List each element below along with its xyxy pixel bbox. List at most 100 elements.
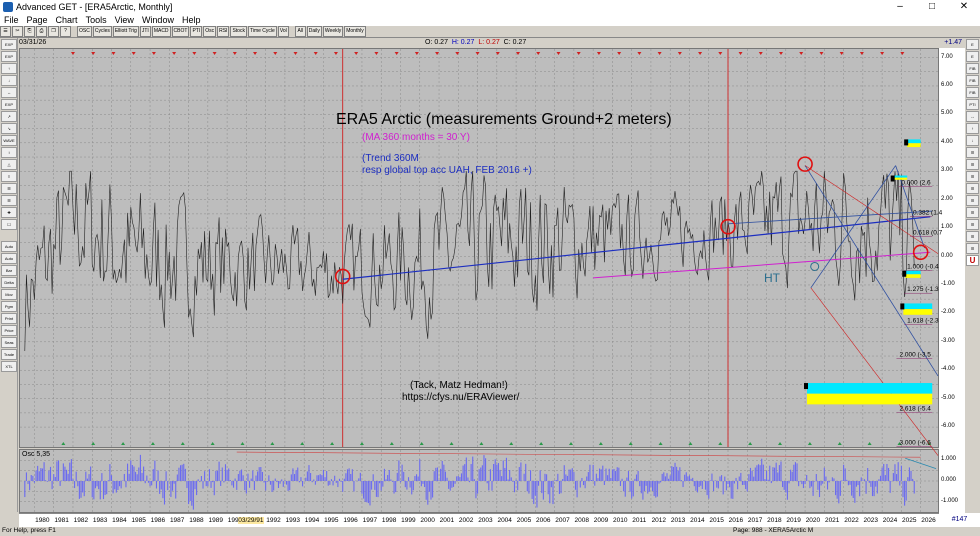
cycle-top-marker: [354, 52, 359, 55]
osc-label: Osc 5,35: [22, 451, 51, 458]
cycle-bottom-marker: [479, 442, 484, 445]
projection-band-cyan: [806, 383, 933, 394]
osc-trend-line: [236, 451, 921, 458]
cycle-top-marker: [293, 52, 298, 55]
fib-level-label: 3.000 (-6.6: [899, 440, 931, 447]
cycle-bottom-marker: [568, 442, 573, 445]
cycle-top-marker: [576, 52, 581, 55]
cycle-bottom-marker: [867, 442, 872, 445]
cycle-top-marker: [374, 52, 379, 55]
cycle-top-marker: [536, 52, 541, 55]
fib-level-label: 1.000 (-0.4: [907, 263, 939, 270]
cycle-top-marker: [70, 52, 75, 55]
cycle-bottom-marker: [539, 442, 544, 445]
cycle-top-marker: [900, 52, 905, 55]
cycle-bottom-marker: [718, 442, 723, 445]
projection-band-tick: [803, 383, 808, 390]
cycle-top-marker: [172, 52, 177, 55]
cycle-bottom-marker: [658, 442, 663, 445]
cycle-bottom-marker: [509, 442, 514, 445]
fib-level-label: 2.000 (-3.5: [899, 352, 931, 359]
cycle-bottom-marker: [778, 442, 783, 445]
ht-marker: [810, 261, 820, 271]
cycle-bottom-marker: [300, 442, 305, 445]
cycle-bottom-marker: [628, 442, 633, 445]
cycle-top-marker: [799, 52, 804, 55]
cycle-top-marker: [778, 52, 783, 55]
fib-level-label: 0.000 (2.6: [901, 180, 931, 187]
cycle-top-marker: [192, 52, 197, 55]
cycle-top-marker: [758, 52, 763, 55]
cycle-top-marker: [131, 52, 136, 55]
fib-level-label: 0.618 (0.7: [913, 229, 943, 236]
cycle-bottom-marker: [270, 442, 275, 445]
cycle-top-marker: [414, 52, 419, 55]
trend-360m-line: [342, 216, 931, 280]
cycle-bottom-marker: [180, 442, 185, 445]
fib-level-label: 2.618 (-5.4: [899, 406, 931, 413]
cycle-top-marker: [596, 52, 601, 55]
anomaly-series-line: [24, 170, 915, 352]
trend-note: (Trend 360M: [362, 153, 419, 164]
cycle-bottom-marker: [389, 442, 394, 445]
cycle-top-marker: [516, 52, 521, 55]
cycle-top-marker: [637, 52, 642, 55]
cycle-bottom-marker: [150, 442, 155, 445]
cycle-top-marker: [839, 52, 844, 55]
projection-band-tick: [900, 303, 905, 310]
status-page: Page: 988 - XERA5Arctic M: [733, 527, 814, 534]
projection-band-cyan: [903, 303, 933, 310]
projection-band-tick: [902, 270, 907, 277]
projection-band-yellow: [905, 274, 921, 278]
cycle-bottom-marker: [688, 442, 693, 445]
cycle-top-marker: [253, 52, 258, 55]
projection-band-tick: [904, 139, 909, 146]
cycle-top-marker: [313, 52, 318, 55]
projection-band-yellow: [893, 177, 908, 180]
cycle-bottom-marker: [748, 442, 753, 445]
trend-note-2: resp global top acc UAH, FEB 2016 +): [362, 165, 532, 176]
cycle-top-marker: [718, 52, 723, 55]
cycle-top-marker: [880, 52, 885, 55]
cycle-bottom-marker: [837, 442, 842, 445]
projection-band-cyan: [907, 139, 921, 144]
thanks-note: (Tack, Matz Hedman!): [410, 380, 508, 391]
projection-band-tick: [890, 175, 895, 182]
cycle-top-marker: [91, 52, 96, 55]
cycle-top-marker: [435, 52, 440, 55]
chart-title: ERA5 Arctic (measurements Ground+2 meter…: [336, 111, 672, 128]
cycle-top-marker: [232, 52, 237, 55]
status-bar: For Help, press F1 Page: 988 - XERA5Arct…: [0, 527, 980, 536]
cycle-top-marker: [677, 52, 682, 55]
cycle-bottom-marker: [91, 442, 96, 445]
projection-band-yellow: [907, 143, 921, 148]
cycle-bottom-marker: [240, 442, 245, 445]
cycle-bottom-marker: [61, 442, 66, 445]
ht-label: HT: [764, 271, 780, 285]
fib-level-label: 1.275 (-1.3: [907, 286, 939, 293]
status-help: For Help, press F1: [2, 527, 56, 534]
cycle-bottom-marker: [330, 442, 335, 445]
cycle-top-marker: [455, 52, 460, 55]
cycle-top-marker: [698, 52, 703, 55]
cycle-top-marker: [617, 52, 622, 55]
cycle-top-marker: [333, 52, 338, 55]
cycle-top-marker: [212, 52, 217, 55]
url-note: https://cfys.nu/ERAViewer/: [402, 392, 520, 403]
cycle-top-marker: [151, 52, 156, 55]
cycle-top-marker: [657, 52, 662, 55]
cycle-top-marker: [738, 52, 743, 55]
cycle-top-marker: [556, 52, 561, 55]
fib-level-label: 1.618 (-2.3: [907, 317, 939, 324]
cycle-top-marker: [495, 52, 500, 55]
fib-level-label: 0.382 (1.4: [913, 209, 943, 216]
projection-band-cyan: [893, 175, 908, 178]
cycle-bottom-marker: [359, 442, 364, 445]
cycle-top-marker: [475, 52, 480, 55]
chart-canvas: 0.000 (2.6 0.382 (1.4 0.618 (0.7 1.000 (-0.…: [20, 49, 943, 512]
projection-band-yellow: [903, 309, 933, 315]
cycle-bottom-marker: [121, 442, 126, 445]
projection-band-yellow: [806, 393, 933, 405]
cycle-bottom-marker: [419, 442, 424, 445]
cycle-top-marker: [394, 52, 399, 55]
